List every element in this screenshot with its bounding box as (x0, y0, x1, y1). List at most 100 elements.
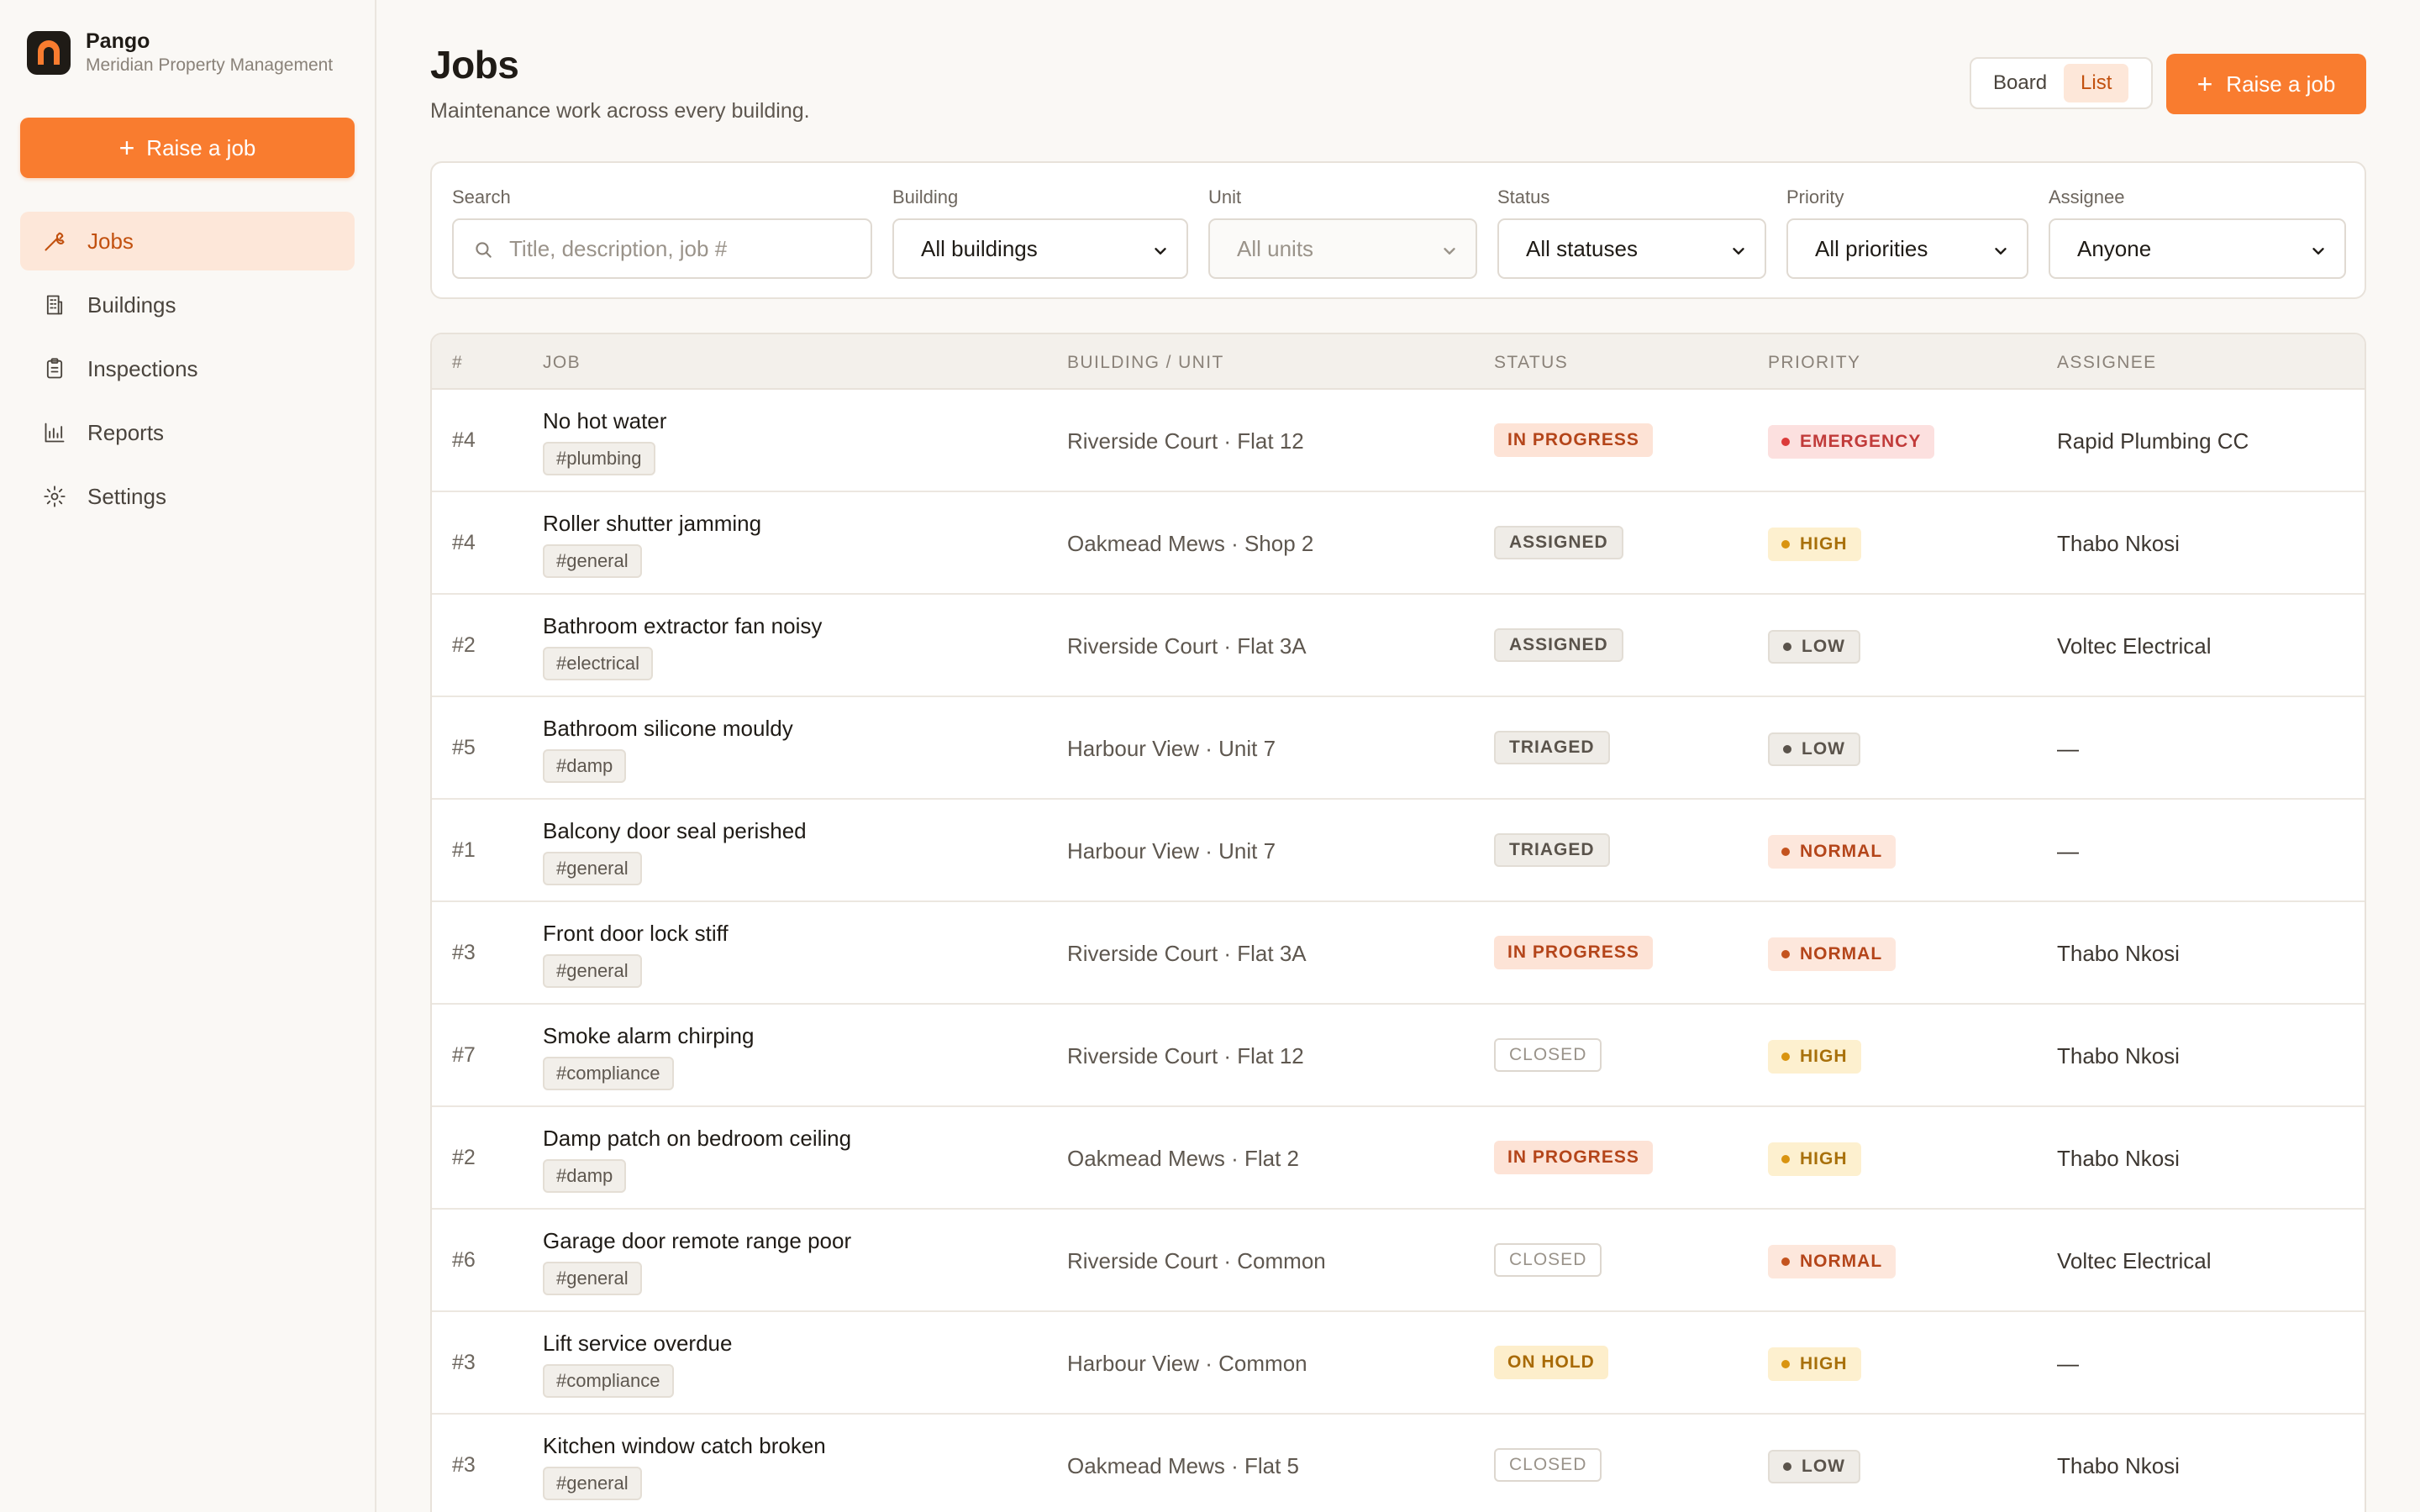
view-board-button[interactable]: Board (1976, 64, 2064, 102)
table-row[interactable]: #3 Kitchen window catch broken #general Oak… (432, 1415, 2365, 1512)
assignee: Voltec Electrical (2057, 1248, 2212, 1273)
priority-label: LOW (1802, 739, 1845, 759)
job-title[interactable]: Garage door remote range poor (543, 1228, 851, 1254)
table-row[interactable]: #7 Smoke alarm chirping #compliance Riversi… (432, 1005, 2365, 1107)
job-tag: #damp (543, 1159, 627, 1193)
priority-badge: NORMAL (1768, 1245, 1897, 1278)
table-row[interactable]: #4 Roller shutter jamming #general Oakmead … (432, 492, 2365, 595)
priority-select[interactable]: All priorities (1786, 218, 2028, 279)
filter-assignee: Assignee Anyone (2049, 186, 2346, 279)
priority-dot-icon (1781, 1053, 1790, 1061)
job-title[interactable]: Bathroom extractor fan noisy (543, 613, 822, 639)
brand-org: Meridian Property Management (86, 55, 334, 75)
priority-badge: EMERGENCY (1768, 425, 1935, 459)
priority-dot-icon (1781, 438, 1790, 446)
col-header-assignee[interactable]: ASSIGNEE (2057, 353, 2157, 373)
job-title[interactable]: Balcony door seal perished (543, 818, 807, 844)
status-select[interactable]: All statuses (1497, 218, 1766, 279)
job-number: #1 (452, 838, 476, 862)
sidebar-item-label: Reports (87, 419, 165, 445)
priority-dot-icon (1783, 1462, 1791, 1471)
sidebar-item-settings[interactable]: Settings (20, 467, 355, 526)
job-tag: #general (543, 1467, 642, 1500)
table-row[interactable]: #2 Bathroom extractor fan noisy #electrica… (432, 595, 2365, 697)
table-row[interactable]: #2 Damp patch on bedroom ceiling #damp Oakm… (432, 1107, 2365, 1210)
unit-select-value: All units (1237, 235, 1314, 261)
unit-select[interactable]: All units (1208, 218, 1477, 279)
status-badge: CLOSED (1494, 1243, 1602, 1277)
view-toggle: Board List (1970, 57, 2153, 109)
job-number: #5 (452, 736, 476, 759)
sidebar-item-label: Buildings (87, 291, 176, 318)
priority-select-value: All priorities (1815, 235, 1928, 261)
priority-dot-icon (1781, 1257, 1790, 1266)
table-row[interactable]: #6 Garage door remote range poor #general R… (432, 1210, 2365, 1312)
table-row[interactable]: #3 Lift service overdue #compliance Harbour… (432, 1312, 2365, 1415)
job-tag: #general (543, 544, 642, 578)
building-unit: Harbour View · Unit 7 (1067, 736, 1276, 761)
sidebar-item-jobs[interactable]: Jobs (20, 212, 355, 270)
priority-label: NORMAL (1800, 944, 1883, 963)
chevron-down-icon (1151, 240, 1170, 266)
job-title[interactable]: Bathroom silicone mouldy (543, 716, 793, 742)
sidebar-raise-job-button[interactable]: + Raise a job (20, 118, 355, 178)
assignee: — (2057, 1351, 2079, 1376)
job-title[interactable]: Lift service overdue (543, 1331, 732, 1357)
priority-dot-icon (1781, 950, 1790, 958)
plus-icon: + (118, 133, 135, 163)
priority-label: NORMAL (1800, 1252, 1883, 1271)
priority-badge: NORMAL (1768, 835, 1897, 869)
chevron-down-icon (2309, 240, 2328, 266)
col-header-num[interactable]: # (452, 353, 463, 373)
chevron-down-icon (1729, 240, 1748, 266)
view-list-button[interactable]: List (2064, 64, 2129, 102)
table-row[interactable]: #1 Balcony door seal perished #general Harb… (432, 800, 2365, 902)
status-badge: IN PROGRESS (1494, 1141, 1653, 1174)
status-badge: ASSIGNED (1494, 526, 1623, 559)
assignee: Voltec Electrical (2057, 633, 2212, 659)
pango-logo-icon (27, 31, 71, 75)
job-title[interactable]: Smoke alarm chirping (543, 1023, 754, 1049)
table-row[interactable]: #5 Bathroom silicone mouldy #damp Harbour V… (432, 697, 2365, 800)
sidebar-item-reports[interactable]: Reports (20, 403, 355, 462)
job-title[interactable]: No hot water (543, 408, 666, 434)
building-unit: Harbour View · Unit 7 (1067, 838, 1276, 864)
sidebar-item-label: Inspections (87, 355, 198, 381)
sidebar: Pango Meridian Property Management + Rai… (0, 0, 376, 1512)
building-select[interactable]: All buildings (892, 218, 1188, 279)
sidebar-item-buildings[interactable]: Buildings (20, 276, 355, 334)
filter-bar: Search Title, description, job # Buildin… (430, 161, 2366, 299)
col-header-priority[interactable]: PRIORITY (1768, 353, 1860, 373)
status-badge: TRIAGED (1494, 731, 1610, 764)
job-title[interactable]: Damp patch on bedroom ceiling (543, 1126, 851, 1152)
job-title[interactable]: Front door lock stiff (543, 921, 729, 947)
assignee: Thabo Nkosi (2057, 941, 2180, 966)
priority-dot-icon (1781, 540, 1790, 549)
sidebar-item-inspections[interactable]: Inspections (20, 339, 355, 398)
table-row[interactable]: #4 No hot water #plumbing Riverside Court ·… (432, 390, 2365, 492)
assignee: Thabo Nkosi (2057, 1146, 2180, 1171)
col-header-job[interactable]: JOB (543, 353, 581, 373)
status-badge: IN PROGRESS (1494, 423, 1653, 457)
job-title[interactable]: Kitchen window catch broken (543, 1433, 826, 1459)
priority-badge: LOW (1768, 732, 1860, 766)
page-title: Jobs (430, 43, 519, 87)
status-badge: CLOSED (1494, 1448, 1602, 1482)
col-header-building[interactable]: BUILDING / UNIT (1067, 353, 1224, 373)
table-row[interactable]: #3 Front door lock stiff #general Riverside… (432, 902, 2365, 1005)
raise-job-button[interactable]: + Raise a job (2166, 54, 2366, 114)
building-unit: Riverside Court · Flat 3A (1067, 633, 1307, 659)
priority-label: NORMAL (1800, 842, 1883, 861)
priority-badge: LOW (1768, 630, 1860, 664)
building-select-value: All buildings (921, 235, 1038, 261)
col-header-status[interactable]: STATUS (1494, 353, 1568, 373)
building-unit: Riverside Court · Common (1067, 1248, 1326, 1273)
status-badge: TRIAGED (1494, 833, 1610, 867)
assignee: Thabo Nkosi (2057, 531, 2180, 556)
assignee-select[interactable]: Anyone (2049, 218, 2346, 279)
search-input[interactable]: Title, description, job # (452, 218, 872, 279)
brand[interactable]: Pango Meridian Property Management (27, 29, 355, 77)
job-title[interactable]: Roller shutter jamming (543, 511, 761, 537)
assignee: Thabo Nkosi (2057, 1453, 2180, 1478)
assignee-label: Assignee (2049, 186, 2125, 207)
